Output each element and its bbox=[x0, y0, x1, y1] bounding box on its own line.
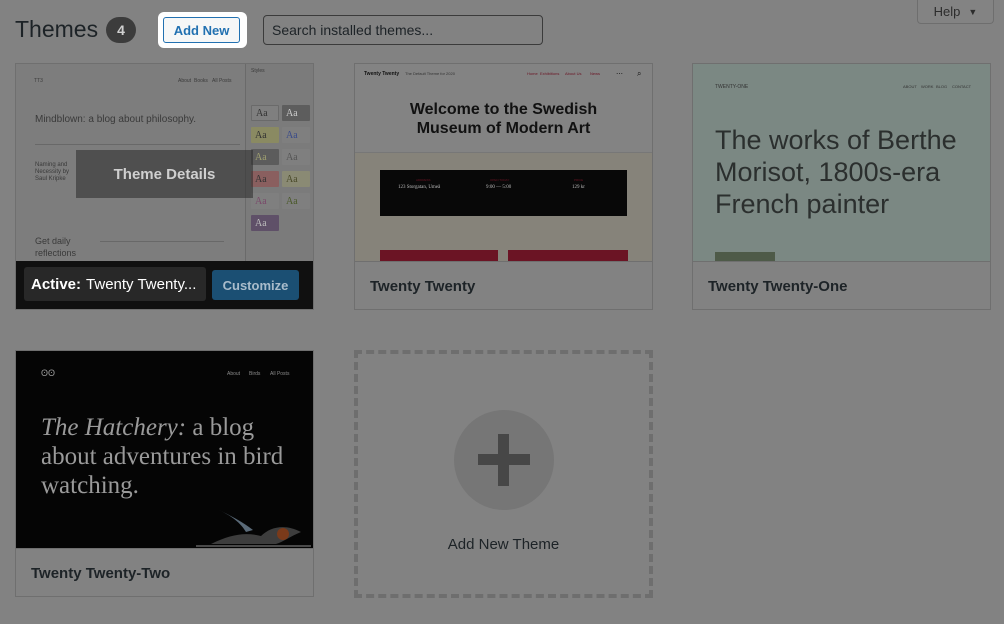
shot-nav-item: ABOUT bbox=[903, 84, 917, 89]
shot-nav-item: News bbox=[590, 71, 601, 76]
shot-nav-item: About bbox=[227, 371, 241, 377]
shot-tagline: Mindblown: a blog about philosophy. bbox=[35, 114, 197, 125]
style-swatch: Aa bbox=[251, 193, 279, 209]
shot-divider bbox=[35, 144, 240, 145]
shot-nav-item: Books bbox=[194, 78, 208, 84]
style-swatch: Aa bbox=[282, 105, 310, 121]
shot-image-block bbox=[380, 250, 498, 261]
theme-count-badge: 4 bbox=[106, 17, 136, 43]
style-swatch: Aa bbox=[282, 171, 310, 187]
shot-site-title: TT3 bbox=[34, 78, 43, 84]
theme-name: Twenty Twenty-Two bbox=[31, 565, 171, 582]
shot-nav-item: Birds bbox=[249, 371, 261, 377]
shot-nav-item: About Us bbox=[565, 71, 582, 76]
shot-heading: The Hatchery: a blog about adventures in… bbox=[41, 413, 291, 500]
shot-nav-item: Home bbox=[527, 71, 538, 76]
style-swatch: Aa bbox=[282, 149, 310, 165]
active-prefix: Active: bbox=[31, 275, 82, 293]
active-theme-label: Active: Twenty Twenty... bbox=[24, 267, 206, 301]
style-swatch: Aa bbox=[251, 105, 279, 121]
style-swatch: Aa bbox=[282, 127, 310, 143]
customize-button[interactable]: Customize bbox=[212, 270, 299, 300]
shot-nav-item: BLOG bbox=[936, 84, 948, 89]
style-swatch: Aa bbox=[251, 171, 279, 187]
add-new-theme-label: Add New Theme bbox=[447, 536, 560, 553]
help-tab-button[interactable]: Help ▼ bbox=[917, 0, 994, 24]
styles-panel: Styles Aa Aa Aa Aa Aa Aa Aa Aa Aa Aa Aa bbox=[245, 64, 313, 261]
info-value: 129 kr bbox=[572, 185, 585, 190]
style-swatch: Aa bbox=[251, 215, 279, 231]
theme-footer: Twenty Twenty-One bbox=[693, 261, 990, 309]
shot-info-box: ADDRESS 123 Storgatan, Umeå OPEN TODAY 9… bbox=[380, 170, 627, 216]
theme-screenshot: TWENTY-ONE ABOUT WORK BLOG CONTACT The w… bbox=[693, 64, 990, 261]
theme-footer: Twenty Twenty-Two bbox=[16, 548, 313, 596]
add-new-highlight: Add New bbox=[158, 12, 247, 48]
theme-card-twenty-twenty-three[interactable]: TT3 About Books All Posts Mindblown: a b… bbox=[15, 63, 314, 310]
search-icon: ⌕ bbox=[637, 69, 642, 78]
add-new-theme-card[interactable]: Add New Theme bbox=[354, 350, 653, 598]
shot-nav-item: All Posts bbox=[212, 78, 232, 84]
shot-site-title: Twenty Twenty bbox=[364, 71, 400, 77]
info-label: PRICE bbox=[574, 178, 584, 182]
style-swatch: Aa bbox=[282, 193, 310, 209]
theme-name: Twenty Twenty-One bbox=[708, 278, 848, 295]
menu-icon: ⋯ bbox=[616, 71, 623, 78]
theme-footer: Twenty Twenty bbox=[355, 261, 652, 309]
shot-nav-item: CONTACT bbox=[952, 84, 972, 89]
theme-card-twenty-twenty-two[interactable]: ʘʘ About Birds All Posts The Hatchery: a… bbox=[15, 350, 314, 597]
shot-side-heading: Get daily reflections bbox=[35, 236, 77, 258]
shot-nav-item: Exhibitions bbox=[540, 71, 560, 76]
info-label: OPEN TODAY bbox=[490, 178, 510, 182]
plus-icon bbox=[454, 410, 554, 510]
bird-illustration bbox=[196, 510, 311, 547]
theme-card-twenty-twenty-one[interactable]: TWENTY-ONE ABOUT WORK BLOG CONTACT The w… bbox=[692, 63, 991, 310]
theme-card-twenty-twenty[interactable]: Twenty Twenty The Default Theme for 2020… bbox=[354, 63, 653, 310]
active-theme-bar: Active: Twenty Twenty... Customize bbox=[16, 261, 313, 309]
info-value: 123 Storgatan, Umeå bbox=[398, 185, 441, 190]
theme-details-overlay[interactable]: Theme Details bbox=[76, 150, 253, 198]
theme-screenshot: Twenty Twenty The Default Theme for 2020… bbox=[355, 64, 652, 261]
caret-down-icon: ▼ bbox=[968, 6, 978, 17]
shot-tagline: The Default Theme for 2020 bbox=[405, 71, 455, 76]
style-swatch: Aa bbox=[251, 127, 279, 143]
shot-image-block bbox=[508, 250, 628, 261]
shot-heading: The works of Berthe Morisot, 1800s-era F… bbox=[715, 125, 957, 219]
shot-site-title: TWENTY-ONE bbox=[715, 84, 749, 90]
add-new-button[interactable]: Add New bbox=[163, 17, 240, 43]
shot-heading-italic: The Hatchery: bbox=[41, 414, 187, 441]
theme-name: Twenty Twenty bbox=[370, 278, 476, 295]
theme-screenshot: TT3 About Books All Posts Mindblown: a b… bbox=[16, 64, 313, 261]
shot-post-title: Naming and Necessity by Saul Kripke bbox=[35, 162, 70, 182]
shot-image-strip bbox=[715, 252, 775, 261]
theme-screenshot: ʘʘ About Birds All Posts The Hatchery: a… bbox=[16, 351, 313, 548]
active-theme-name: Twenty Twenty... bbox=[86, 275, 197, 293]
help-label: Help bbox=[933, 4, 961, 19]
shot-nav-item: All Posts bbox=[270, 371, 290, 377]
styles-panel-header: Styles bbox=[251, 68, 265, 74]
shot-nav-item: About bbox=[178, 78, 192, 84]
shot-nav-item: WORK bbox=[921, 84, 934, 89]
style-swatch: Aa bbox=[251, 149, 279, 165]
shot-heading: Welcome to the Swedish Museum of Modern … bbox=[409, 101, 598, 137]
glasses-logo-icon: ʘʘ bbox=[41, 368, 56, 378]
info-value: 9:00 — 5:00 bbox=[486, 185, 512, 190]
page-title: Themes bbox=[15, 16, 99, 42]
info-label: ADDRESS bbox=[416, 178, 431, 182]
search-themes-input[interactable] bbox=[263, 15, 543, 45]
shot-divider bbox=[100, 241, 224, 242]
